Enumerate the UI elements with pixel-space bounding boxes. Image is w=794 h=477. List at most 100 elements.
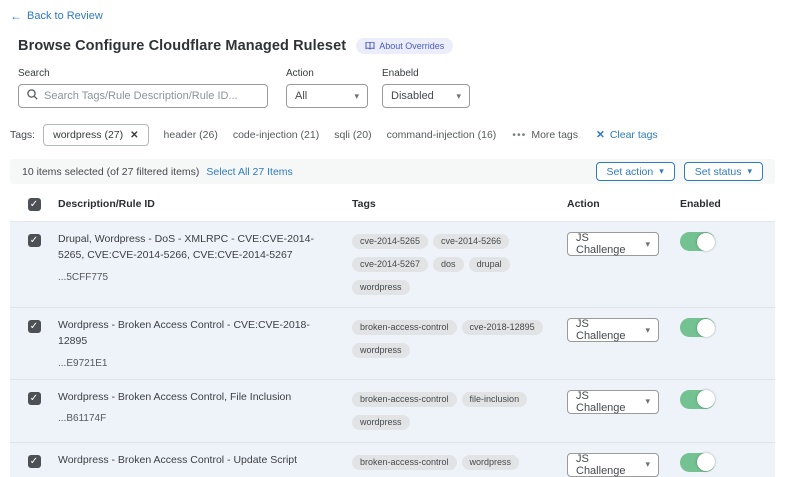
tag-pill: cve-2014-5265 [352, 234, 428, 249]
rule-description: Wordpress - Broken Access Control - Upda… [58, 453, 352, 469]
tag-pill: file-inclusion [462, 392, 528, 407]
back-to-review-link[interactable]: ← Back to Review [10, 9, 103, 23]
enabled-select[interactable]: Disabled ▾ [382, 84, 470, 108]
rule-description: Wordpress - Broken Access Control - CVE:… [58, 318, 352, 350]
enabled-toggle[interactable] [680, 318, 715, 337]
select-all-link[interactable]: Select All 27 Items [206, 166, 292, 178]
tags-label: Tags: [10, 129, 35, 141]
set-status-button[interactable]: Set status ▾ [684, 162, 763, 181]
back-link-label: Back to Review [27, 10, 103, 22]
book-icon [365, 42, 375, 50]
tag-option[interactable]: command-injection (16) [387, 129, 497, 141]
selected-tag-label: wordpress (27) [53, 129, 123, 141]
row-checkbox[interactable]: ✓ [28, 392, 41, 405]
toggle-knob [697, 453, 715, 471]
set-action-label: Set action [607, 166, 654, 178]
table-body: ✓ Drupal, Wordpress - DoS - XMLRPC - CVE… [10, 222, 775, 477]
toggle-knob [697, 319, 715, 337]
tag-pill: broken-access-control [352, 320, 457, 335]
header-action: Action [567, 198, 680, 210]
tag-pill: wordpress [352, 343, 410, 358]
row-action-select[interactable]: JS Challenge ▾ [567, 453, 659, 477]
table-row: ✓ Wordpress - Broken Access Control, Fil… [10, 380, 775, 443]
back-arrow-icon: ← [10, 9, 22, 23]
enabled-select-value: Disabled [391, 90, 434, 102]
tag-option[interactable]: header (26) [164, 129, 218, 141]
row-action-select[interactable]: JS Challenge ▾ [567, 390, 659, 414]
about-badge-label: About Overrides [379, 41, 444, 51]
selected-tag-pill[interactable]: wordpress (27) ✕ [43, 124, 148, 146]
row-action-value: JS Challenge [576, 390, 637, 414]
search-label: Search [18, 68, 268, 79]
rule-tags: broken-access-controlwordpress [352, 453, 567, 476]
table-row: ✓ Wordpress - Broken Access Control - Up… [10, 443, 775, 477]
title-row: Browse Configure Cloudflare Managed Rule… [18, 38, 794, 54]
action-label: Action [286, 68, 368, 79]
rules-table: ✓ Description/Rule ID Tags Action Enable… [10, 186, 775, 477]
clear-tags-button[interactable]: ✕ Clear tags [596, 129, 658, 141]
ellipsis-icon: ••• [512, 129, 526, 141]
row-checkbox[interactable]: ✓ [28, 455, 41, 468]
action-select[interactable]: All ▾ [286, 84, 368, 108]
rule-id: ...E9721E1 [58, 358, 352, 373]
more-tags-label: More tags [531, 129, 578, 141]
search-input[interactable] [44, 90, 259, 102]
tag-pill: wordpress [352, 280, 410, 295]
tag-pill: broken-access-control [352, 392, 457, 407]
clear-icon: ✕ [596, 129, 605, 141]
table-row: ✓ Wordpress - Broken Access Control - CV… [10, 308, 775, 380]
chevron-down-icon: ▾ [645, 396, 650, 407]
row-action-value: JS Challenge [576, 232, 637, 256]
row-action-value: JS Challenge [576, 318, 637, 342]
about-overrides-badge[interactable]: About Overrides [356, 38, 453, 54]
enabled-label: Enabeld [382, 68, 470, 79]
rule-tags: cve-2014-5265cve-2014-5266cve-2014-5267d… [352, 232, 567, 301]
selection-bar: 10 items selected (of 27 filtered items)… [10, 159, 775, 184]
chevron-down-icon: ▾ [645, 239, 650, 250]
row-action-select[interactable]: JS Challenge ▾ [567, 318, 659, 342]
remove-tag-icon[interactable]: ✕ [130, 130, 138, 141]
row-checkbox[interactable]: ✓ [28, 320, 41, 333]
table-header-row: ✓ Description/Rule ID Tags Action Enable… [10, 186, 775, 222]
rule-tags: broken-access-control cve-2018-12895 wordp… [352, 318, 567, 364]
enabled-toggle[interactable] [680, 390, 715, 409]
select-all-checkbox[interactable]: ✓ [28, 198, 41, 211]
set-action-button[interactable]: Set action ▾ [596, 162, 675, 181]
enabled-toggle[interactable] [680, 232, 715, 251]
row-action-select[interactable]: JS Challenge ▾ [567, 232, 659, 256]
cloudflare-managed-ruleset-page: ← Back to Review Browse Configure Cloudf… [0, 0, 794, 477]
rule-tags: broken-access-control file-inclusion wordp… [352, 390, 567, 436]
chevron-down-icon: ▾ [645, 325, 650, 336]
toggle-knob [697, 233, 715, 251]
chevron-down-icon: ▾ [456, 91, 461, 102]
set-status-label: Set status [695, 166, 742, 178]
search-box[interactable] [18, 84, 268, 108]
rule-id: ...B61174F [58, 413, 352, 428]
action-filter: Action All ▾ [286, 68, 368, 108]
tag-pill: dos [433, 257, 464, 272]
tag-pill: cve-2018-12895 [462, 320, 543, 335]
header-enabled: Enabled [680, 198, 775, 210]
search-icon [27, 87, 44, 105]
tag-pill: wordpress [462, 455, 520, 470]
rule-description: Wordpress - Broken Access Control, File … [58, 390, 352, 406]
action-select-value: All [295, 90, 307, 102]
chevron-down-icon: ▾ [645, 459, 650, 470]
chevron-down-icon: ▾ [659, 166, 664, 177]
chevron-down-icon: ▾ [747, 166, 752, 177]
chevron-down-icon: ▾ [354, 91, 359, 102]
tag-pill: wordpress [352, 415, 410, 430]
tag-option[interactable]: code-injection (21) [233, 129, 319, 141]
row-checkbox[interactable]: ✓ [28, 234, 41, 247]
search-filter: Search [18, 68, 268, 108]
tag-option[interactable]: sqli (20) [334, 129, 371, 141]
toggle-knob [697, 390, 715, 408]
enabled-toggle[interactable] [680, 453, 715, 472]
more-tags-button[interactable]: ••• More tags [512, 129, 578, 141]
rule-description: Drupal, Wordpress - DoS - XMLRPC - CVE:C… [58, 232, 352, 264]
page-title: Browse Configure Cloudflare Managed Rule… [18, 38, 346, 54]
tag-pill: cve-2014-5266 [433, 234, 509, 249]
selection-summary: 10 items selected (of 27 filtered items) [22, 166, 199, 178]
header-description: Description/Rule ID [58, 198, 352, 210]
row-action-value: JS Challenge [576, 453, 637, 477]
